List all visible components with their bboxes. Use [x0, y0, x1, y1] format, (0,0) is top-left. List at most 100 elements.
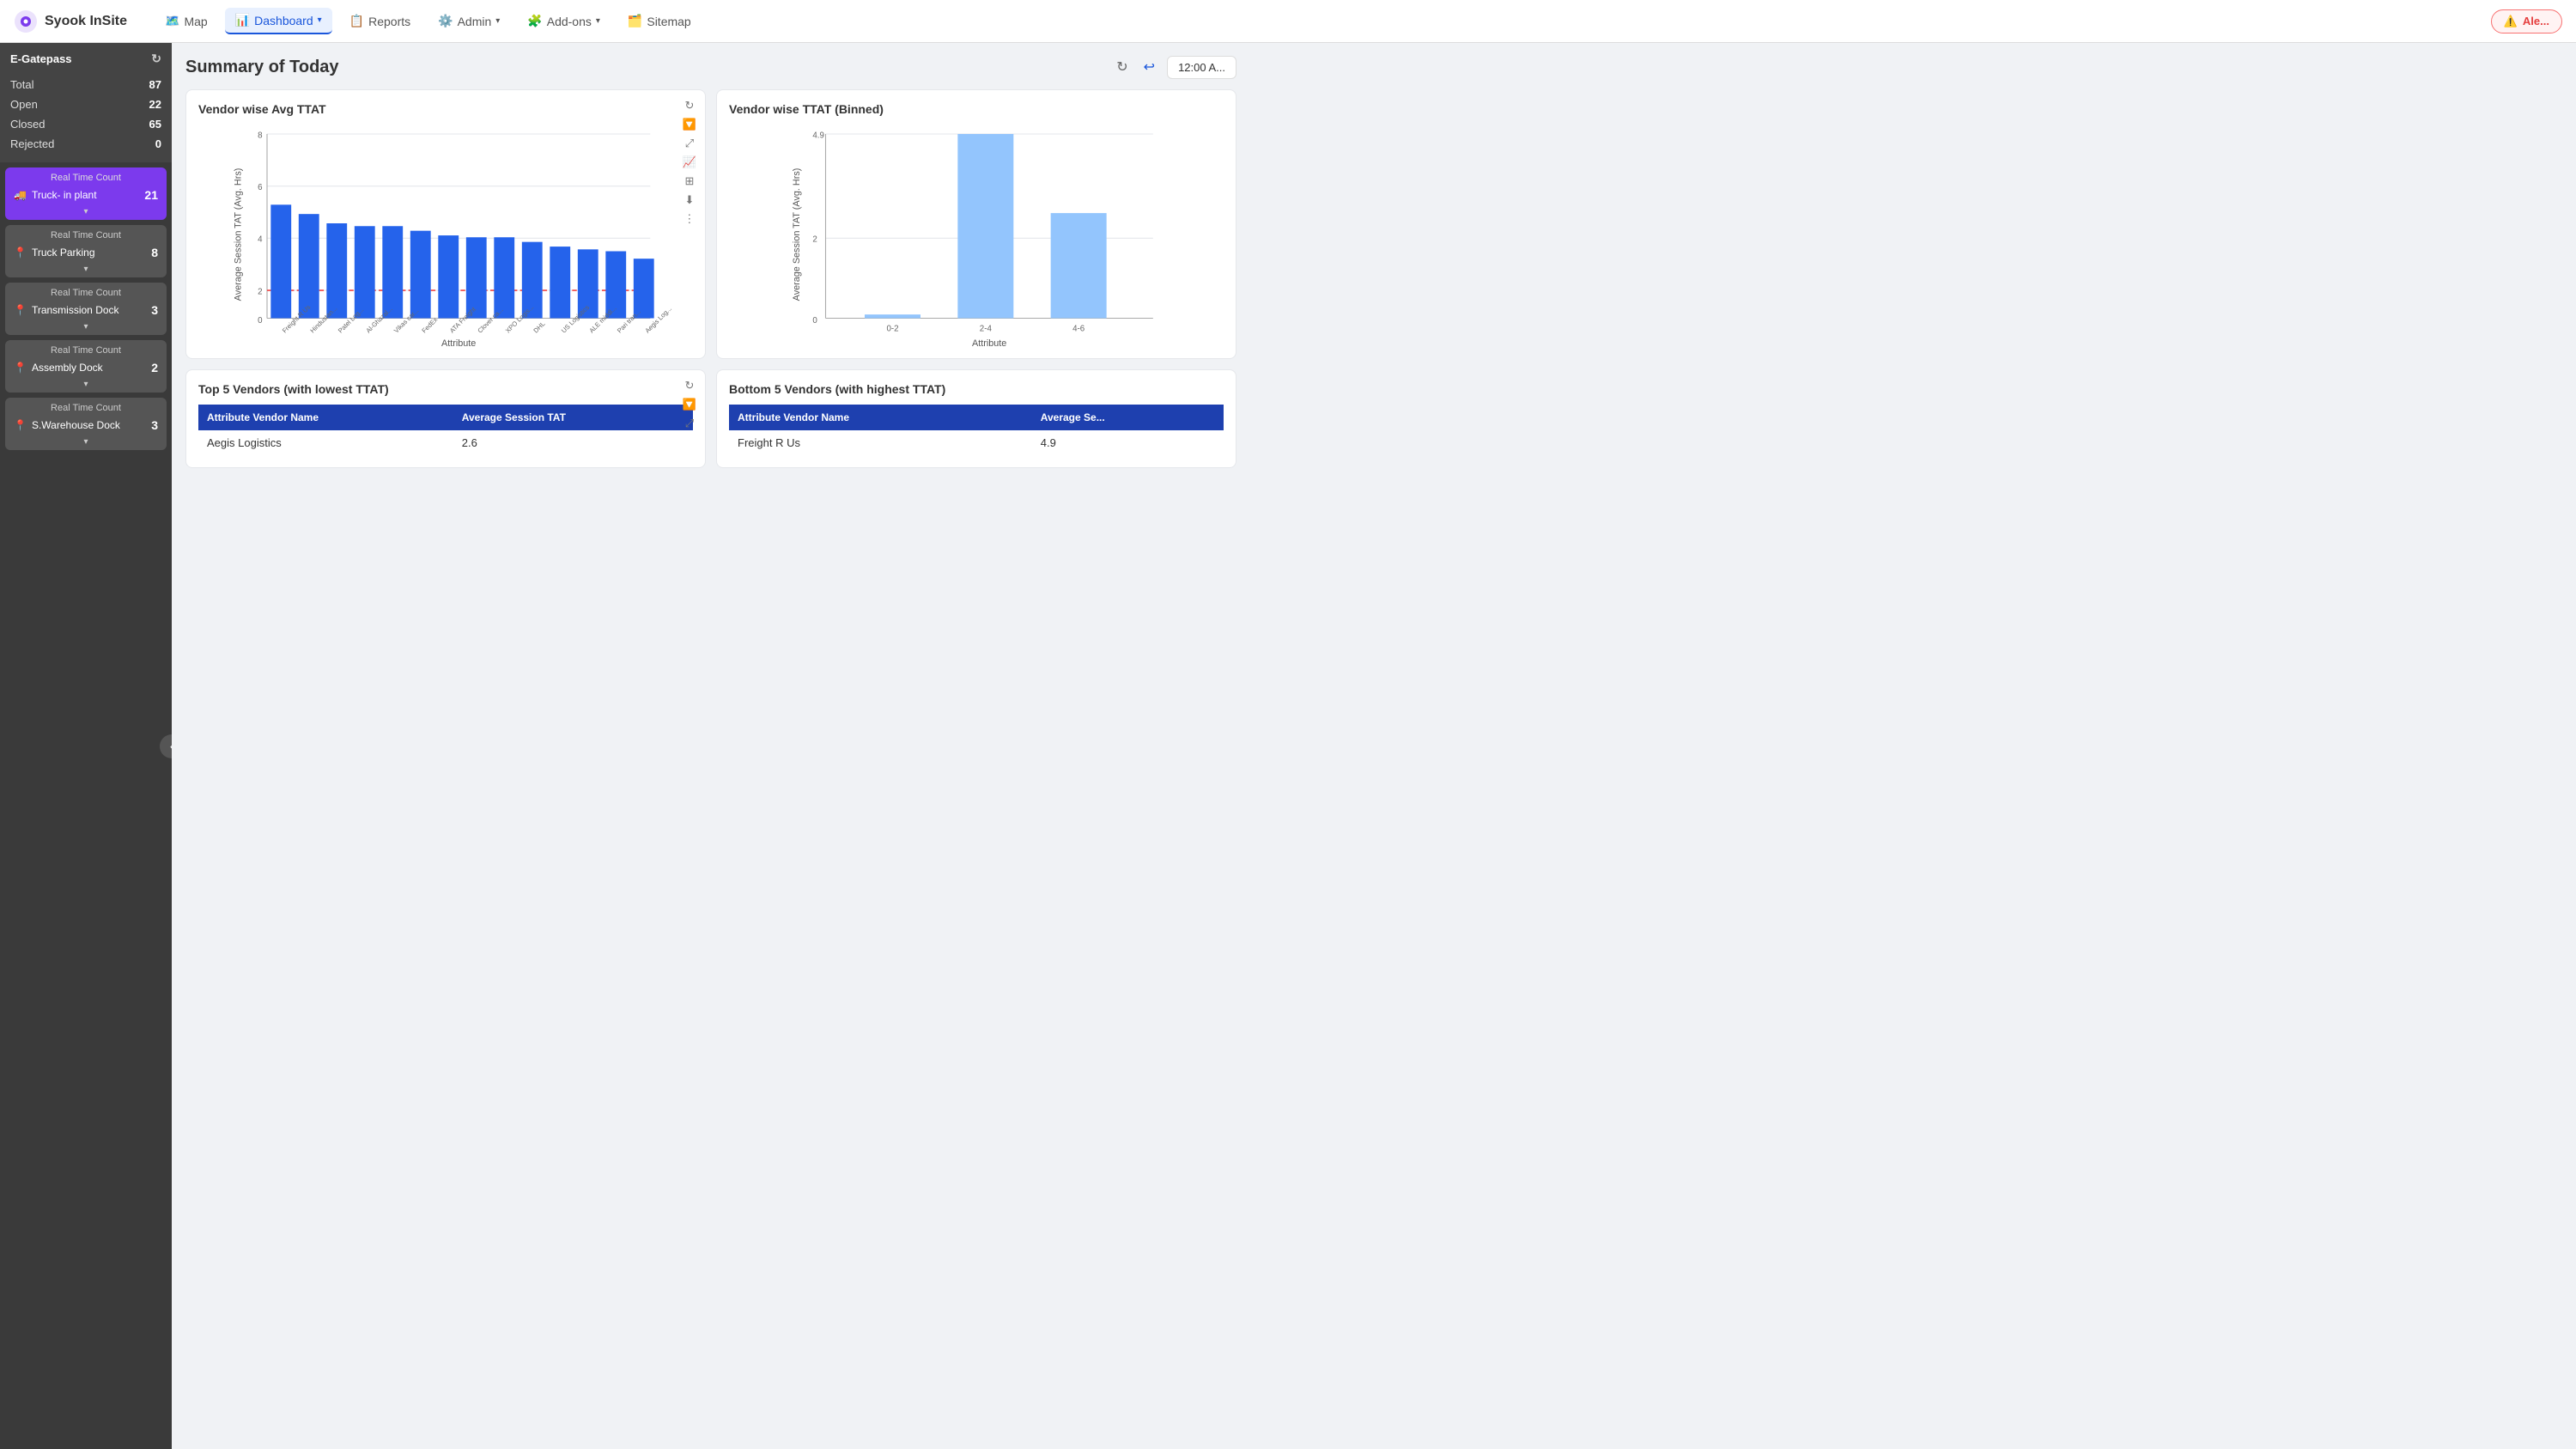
rtc-card-0[interactable]: Real Time Count 🚚 Truck- in plant 21 ▾ — [5, 167, 167, 220]
alert-icon: ⚠️ — [2504, 15, 2518, 28]
rtc-header-4: Real Time Count — [5, 398, 167, 415]
svg-text:Attribute: Attribute — [972, 338, 1006, 346]
bottom5-col2-header: Average Se... — [1032, 405, 1224, 430]
refresh-chart-icon[interactable]: ↻ — [684, 99, 694, 113]
vendor-avg-ttat-actions: ↻ 🔽 ⤢ 📈 ⊞ ⬇ ⋮ — [683, 99, 696, 226]
rtc-label-1: 📍 Truck Parking — [14, 247, 95, 259]
top5-expand-icon[interactable]: ⤢ — [685, 417, 694, 430]
tables-grid: Top 5 Vendors (with lowest TTAT) ↻ 🔽 ⤢ A… — [185, 369, 1236, 468]
summary-title: Summary of Today — [185, 58, 339, 77]
top5-filter-icon[interactable]: 🔽 — [683, 398, 696, 411]
table-icon[interactable]: ⊞ — [684, 174, 694, 188]
top5-actions: ↻ 🔽 ⤢ — [683, 379, 696, 430]
vendor-avg-ttat-title: Vendor wise Avg TTAT — [198, 102, 693, 116]
expand-icon[interactable]: ⤢ — [685, 137, 694, 150]
nav-sitemap[interactable]: 🗂️ Sitemap — [617, 9, 702, 33]
svg-text:Average Session TAT (Avg. Hrs): Average Session TAT (Avg. Hrs) — [234, 168, 244, 301]
dashboard-caret-icon: ▾ — [318, 15, 322, 25]
top5-row: Aegis Logistics2.6 — [198, 430, 693, 455]
nav-admin[interactable]: ⚙️ Admin ▾ — [428, 9, 510, 33]
vendor-ttat-binned-title: Vendor wise TTAT (Binned) — [729, 102, 1224, 116]
bottom5-vendor: Freight R Us — [729, 430, 1032, 455]
nav-map[interactable]: 🗺️ Map — [155, 9, 218, 33]
app-name: Syook InSite — [45, 14, 127, 29]
top5-vendor: Aegis Logistics — [198, 430, 453, 455]
rtc-card-3[interactable]: Real Time Count 📍 Assembly Dock 2 ▾ — [5, 340, 167, 393]
rtc-icon-2: 📍 — [14, 304, 27, 316]
sitemap-icon: 🗂️ — [628, 14, 642, 28]
vendor-avg-ttat-chart: 8 6 4 2 0 — [198, 123, 693, 346]
svg-text:4: 4 — [258, 235, 263, 245]
addons-icon: 🧩 — [527, 14, 542, 28]
vendor-ttat-binned-card: Vendor wise TTAT (Binned) 4.9 2 0 — [716, 89, 1236, 359]
rtc-label-3: 📍 Assembly Dock — [14, 362, 103, 374]
logo-area: Syook InSite — [14, 9, 127, 33]
bottom5-vendors-card: Bottom 5 Vendors (with highest TTAT) Att… — [716, 369, 1236, 468]
rtc-header-2: Real Time Count — [5, 283, 167, 300]
topnav: Syook InSite 🗺️ Map 📊 Dashboard ▾ 📋 Repo… — [0, 0, 2576, 43]
refresh-icon[interactable]: ↻ — [1113, 55, 1131, 79]
bottom5-table: Attribute Vendor Name Average Se... Frei… — [729, 405, 1224, 455]
rtc-caret-3: ▾ — [5, 380, 167, 393]
bottom5-header-row: Attribute Vendor Name Average Se... — [729, 405, 1224, 430]
admin-caret-icon: ▾ — [495, 16, 500, 26]
summary-header: Summary of Today ↻ ↩ 12:00 A... — [185, 55, 1236, 79]
logo-icon — [14, 9, 38, 33]
svg-text:4-6: 4-6 — [1072, 325, 1084, 334]
nav-dashboard[interactable]: 📊 Dashboard ▾ — [225, 8, 332, 34]
svg-text:DHL: DHL — [532, 320, 546, 334]
rtc-card-1[interactable]: Real Time Count 📍 Truck Parking 8 ▾ — [5, 225, 167, 277]
top5-table: Attribute Vendor Name Average Session TA… — [198, 405, 693, 455]
rtc-caret-1: ▾ — [5, 265, 167, 277]
rtc-caret-0: ▾ — [5, 207, 167, 220]
rtc-icon-0: 🚚 — [14, 189, 27, 201]
alert-button[interactable]: ⚠️ Ale... — [2491, 9, 2562, 33]
rtc-card-2[interactable]: Real Time Count 📍 Transmission Dock 3 ▾ — [5, 283, 167, 335]
top5-refresh-icon[interactable]: ↻ — [684, 379, 694, 393]
egatepass-section: E-Gatepass ↻ Total 87 Open 22 Closed 65 … — [0, 43, 172, 162]
nav-addons[interactable]: 🧩 Add-ons ▾ — [517, 9, 611, 33]
map-icon: 🗺️ — [165, 14, 179, 28]
top5-title: Top 5 Vendors (with lowest TTAT) — [198, 382, 693, 396]
svg-text:6: 6 — [258, 183, 262, 192]
trend-icon[interactable]: 📈 — [683, 155, 696, 169]
download-icon[interactable]: ⬇ — [684, 193, 694, 207]
rtc-icon-3: 📍 — [14, 362, 27, 374]
svg-text:Attribute: Attribute — [441, 338, 476, 346]
summary-actions: ↻ ↩ 12:00 A... — [1113, 55, 1236, 79]
svg-text:2-4: 2-4 — [980, 325, 993, 334]
stat-total: Total 87 — [10, 75, 161, 94]
svg-text:0-2: 0-2 — [886, 325, 898, 334]
svg-text:2: 2 — [812, 235, 817, 245]
rtc-icon-4: 📍 — [14, 419, 27, 431]
addons-caret-icon: ▾ — [596, 16, 600, 26]
content-area: Summary of Today ↻ ↩ 12:00 A... Vendor w… — [172, 43, 1250, 1449]
bottom5-tat: 4.9 — [1032, 430, 1224, 455]
rtc-card-4[interactable]: Real Time Count 📍 S.Warehouse Dock 3 ▾ — [5, 398, 167, 450]
egatepass-refresh-icon[interactable]: ↻ — [151, 52, 161, 66]
stat-closed: Closed 65 — [10, 114, 161, 134]
rtc-header-1: Real Time Count — [5, 225, 167, 242]
rtc-header-0: Real Time Count — [5, 167, 167, 185]
rtc-count-0: 21 — [144, 188, 158, 202]
reports-icon: 📋 — [349, 14, 364, 28]
top5-col1-header: Attribute Vendor Name — [198, 405, 453, 430]
rtc-caret-2: ▾ — [5, 322, 167, 335]
more-icon[interactable]: ⋮ — [683, 212, 695, 226]
sidebar: ‹ E-Gatepass ↻ Total 87 Open 22 Closed 6… — [0, 43, 172, 1449]
top5-col2-header: Average Session TAT — [453, 405, 693, 430]
nav-reports[interactable]: 📋 Reports — [339, 9, 421, 33]
rtc-cards-container: Real Time Count 🚚 Truck- in plant 21 ▾ R… — [0, 167, 172, 450]
rtc-label-0: 🚚 Truck- in plant — [14, 189, 97, 201]
sidebar-toggle-button[interactable]: ‹ — [160, 734, 172, 758]
svg-text:0: 0 — [258, 316, 263, 326]
svg-text:2: 2 — [258, 287, 262, 296]
egatepass-header: E-Gatepass ↻ — [10, 52, 161, 66]
rtc-label-4: 📍 S.Warehouse Dock — [14, 419, 120, 431]
top5-tat: 2.6 — [453, 430, 693, 455]
filter-icon[interactable]: 🔽 — [683, 118, 696, 131]
admin-icon: ⚙️ — [438, 14, 453, 28]
undo-icon[interactable]: ↩ — [1140, 55, 1158, 79]
rtc-count-4: 3 — [151, 418, 158, 432]
rtc-count-2: 3 — [151, 303, 158, 317]
